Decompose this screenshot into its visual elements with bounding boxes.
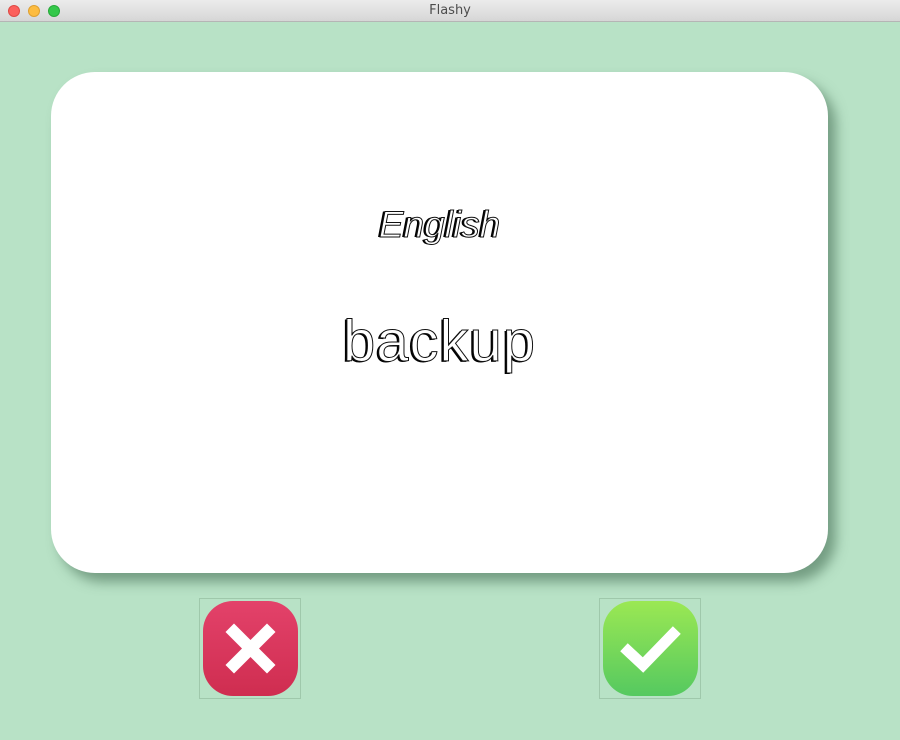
card-word: backup <box>342 309 537 375</box>
right-button-face <box>603 601 698 696</box>
checkmark-icon <box>620 626 681 673</box>
title-bar: Flashy <box>0 0 900 22</box>
card-language-label: English <box>378 204 501 246</box>
wrong-answer-button[interactable] <box>199 598 301 699</box>
flashcard: English backup <box>51 72 828 573</box>
right-answer-button[interactable] <box>599 598 701 699</box>
x-mark-icon <box>225 623 276 674</box>
window-title: Flashy <box>429 3 471 18</box>
wrong-button-face <box>203 601 298 696</box>
